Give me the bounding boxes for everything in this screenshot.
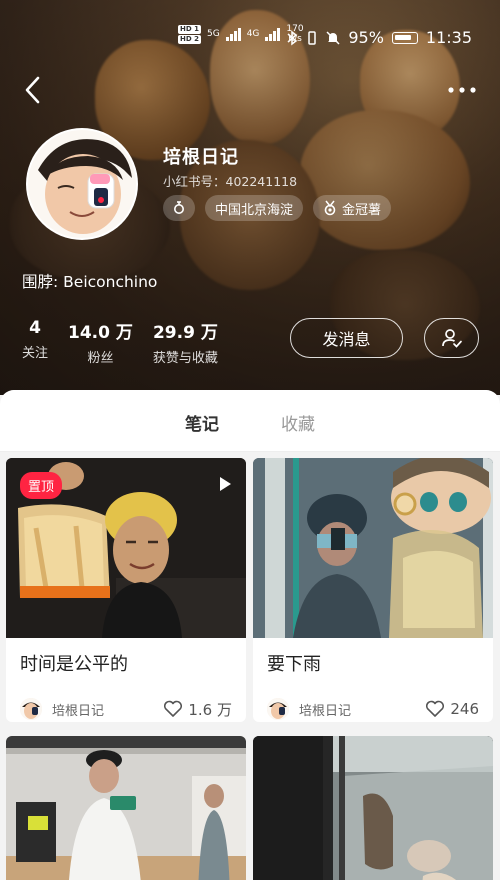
note-card[interactable]: 置顶 时间是公平的 培根日记 1.6 万 xyxy=(6,458,246,722)
note-card[interactable] xyxy=(6,736,246,880)
profile-name: 培根日记 xyxy=(163,147,239,168)
bluetooth-icon xyxy=(287,30,298,45)
level-tag-label: 金冠薯 xyxy=(342,202,382,218)
heart-icon xyxy=(164,700,183,717)
signal-bars-icon xyxy=(265,27,281,41)
like-button[interactable]: 1.6 万 xyxy=(163,699,232,720)
stat-value: 14.0 万 xyxy=(68,323,133,343)
tab-notes[interactable]: 笔记 xyxy=(185,410,219,464)
hd2-badge: HD 2 xyxy=(178,34,201,44)
stat-following[interactable]: 4 关注 xyxy=(22,318,48,366)
user-check-icon xyxy=(441,329,462,348)
profile-stats: 4 关注 14.0 万 粉丝 29.9 万 获赞与收藏 xyxy=(22,318,218,366)
notes-panel: 笔记 收藏 置顶 时间是公平的 培根日记 1.6 万 要下雨 培根日记 246 xyxy=(0,390,500,880)
author-name[interactable]: 培根日记 xyxy=(52,700,163,719)
avatar-photo xyxy=(28,130,136,238)
note-title: 要下雨 xyxy=(267,654,321,675)
medal-icon xyxy=(324,200,336,216)
hd1-badge: HD 1 xyxy=(178,24,201,34)
status-bar-network: HD 1 HD 2 5G 4G 170 K/s xyxy=(178,24,304,44)
stat-followers[interactable]: 14.0 万 粉丝 xyxy=(68,318,133,366)
stat-value: 4 xyxy=(29,318,41,338)
like-button[interactable]: 246 xyxy=(425,700,479,718)
network-5g-label: 5G xyxy=(206,29,220,39)
network-4g-label: 4G xyxy=(246,29,260,39)
note-card[interactable] xyxy=(253,736,493,880)
followed-button[interactable] xyxy=(424,318,479,358)
female-icon xyxy=(174,201,184,214)
location-tag: 中国北京海淀 xyxy=(205,195,304,221)
gender-tag xyxy=(163,195,195,221)
like-count: 1.6 万 xyxy=(188,700,232,719)
level-tag[interactable]: 金冠薯 xyxy=(313,195,392,221)
status-bar: HD 1 HD 2 5G 4G 170 K/s 95% 11:35 xyxy=(0,22,500,52)
profile-tags: 中国北京海淀 金冠薯 xyxy=(163,195,392,221)
note-cover-image xyxy=(253,458,493,638)
note-cover-image xyxy=(253,736,493,880)
profile-id: 小红书号：402241118 xyxy=(163,174,298,189)
note-meta: 培根日记 1.6 万 xyxy=(6,682,246,722)
battery-icon xyxy=(391,31,418,44)
note-card[interactable]: 要下雨 培根日记 246 xyxy=(253,458,493,722)
mute-bell-icon xyxy=(326,30,340,45)
video-play-icon xyxy=(220,477,231,491)
more-options-button[interactable] xyxy=(446,80,478,100)
note-title: 时间是公平的 xyxy=(20,654,128,675)
like-count: 246 xyxy=(450,700,479,718)
vibrate-icon xyxy=(308,30,317,45)
note-cover-image: 置顶 xyxy=(6,458,246,638)
battery-percent: 95% xyxy=(348,28,384,47)
heart-icon xyxy=(426,700,445,717)
chevron-left-icon xyxy=(25,76,40,104)
profile-avatar[interactable] xyxy=(26,128,138,240)
author-name[interactable]: 培根日记 xyxy=(299,700,425,719)
note-cover-image xyxy=(6,736,246,880)
pinned-badge: 置顶 xyxy=(20,472,63,499)
signal-bars-icon xyxy=(225,27,241,41)
author-avatar[interactable] xyxy=(20,698,42,720)
profile-bio: 围脖: Beiconchino xyxy=(22,273,158,291)
back-button[interactable] xyxy=(20,74,48,106)
more-dots-icon xyxy=(448,87,476,93)
stat-label: 获赞与收藏 xyxy=(152,351,218,366)
author-avatar[interactable] xyxy=(267,698,289,720)
send-message-button[interactable]: 发消息 xyxy=(290,318,403,358)
tab-collections[interactable]: 收藏 xyxy=(281,410,315,452)
profile-tabs: 笔记 收藏 xyxy=(0,390,500,464)
stat-value: 29.9 万 xyxy=(152,323,218,343)
note-meta: 培根日记 246 xyxy=(253,682,493,722)
stat-likes-collects[interactable]: 29.9 万 获赞与收藏 xyxy=(153,318,218,366)
stat-label: 关注 xyxy=(22,346,49,361)
stat-label: 粉丝 xyxy=(87,351,114,366)
clock: 11:35 xyxy=(425,28,472,47)
location-tag-label: 中国北京海淀 xyxy=(215,202,294,218)
